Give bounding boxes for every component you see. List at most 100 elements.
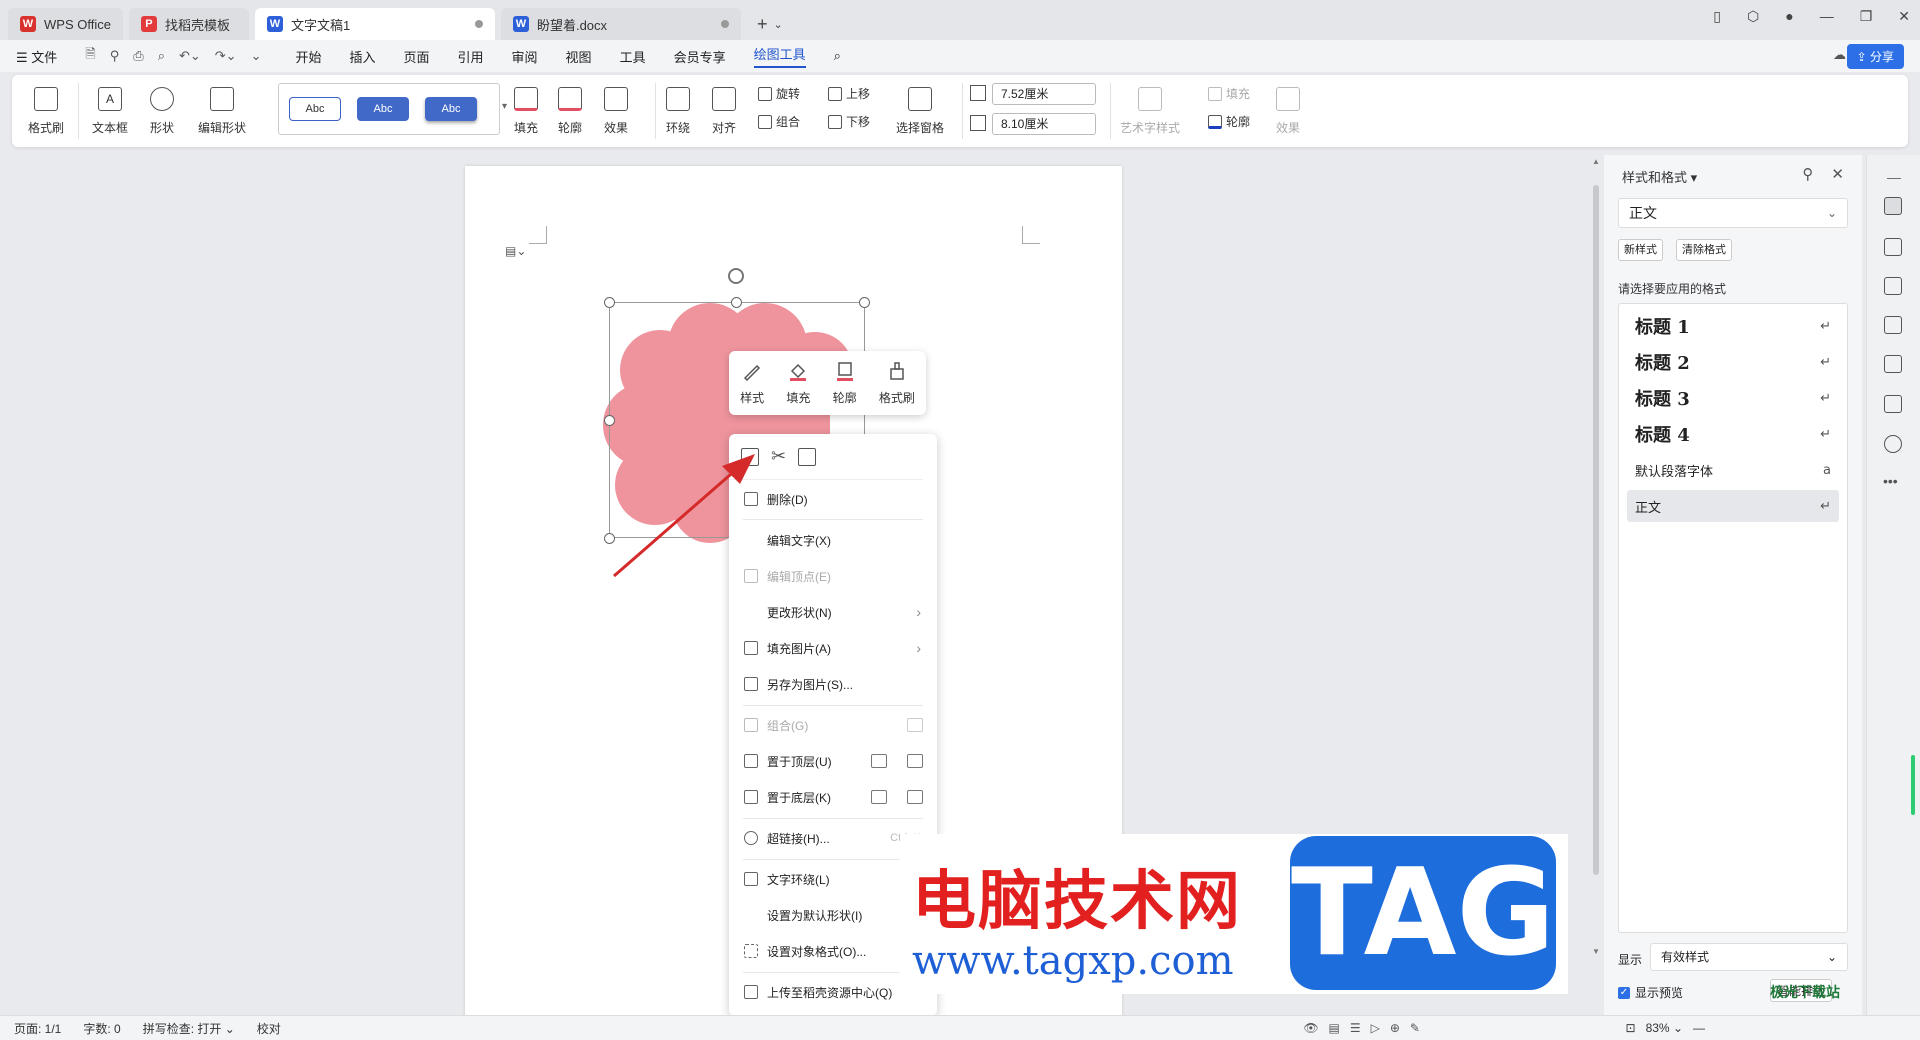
menu-group[interactable]: 组合(G) (729, 709, 937, 741)
minimize-icon[interactable]: — (1820, 8, 1834, 25)
scroll-up-icon[interactable]: ▲ (1592, 157, 1600, 166)
selection-pane-button[interactable]: 选择窗格 (896, 87, 944, 136)
tab-template[interactable]: P 找稻壳模板 (128, 8, 249, 40)
close-icon[interactable]: ✕ (1898, 8, 1910, 25)
outline-button[interactable]: 轮廓 (833, 361, 857, 406)
shape-style-2[interactable]: Abc (357, 97, 409, 121)
format-painter-button[interactable]: 格式刷 (879, 361, 915, 406)
menu-view[interactable]: 视图 (566, 47, 592, 66)
tab-document-1[interactable]: W 文字文稿1 (254, 8, 495, 40)
edit-shape-button[interactable]: 编辑形状 (198, 87, 246, 136)
send-backward-icon[interactable] (907, 790, 923, 804)
clear-format-button[interactable]: 清除格式 (1676, 239, 1732, 261)
style-body[interactable]: 正文 ↵ (1627, 490, 1839, 522)
more-icon[interactable]: ••• (1883, 473, 1898, 489)
resize-handle[interactable] (604, 297, 615, 308)
select-cursor-icon[interactable] (1884, 238, 1902, 256)
proofread[interactable]: 校对 (257, 1020, 281, 1037)
link-icon[interactable]: ⚲ (110, 48, 120, 64)
zoom-level[interactable]: ⊡ 83% ⌄ — (1626, 1021, 1705, 1035)
shape-height-input[interactable]: 8.10厘米 (992, 113, 1096, 135)
print-preview-icon[interactable]: ⌕ (158, 48, 165, 64)
more-chevron-icon[interactable]: ⌄ (251, 48, 262, 64)
tools-icon[interactable] (1884, 355, 1902, 373)
menu-fill-picture[interactable]: 填充图片(A) › (729, 632, 937, 664)
vertical-scrollbar[interactable]: ▲ ▼ (1590, 155, 1602, 1015)
menu-insert[interactable]: 插入 (349, 47, 375, 66)
redo-icon[interactable]: ↷⌄ (215, 48, 237, 64)
menu-home[interactable]: 开始 (295, 47, 321, 66)
menu-page[interactable]: 页面 (404, 47, 430, 66)
resize-handle[interactable] (859, 297, 870, 308)
undo-icon[interactable]: ↶⌄ (179, 48, 201, 64)
shape-button[interactable]: 形状 (150, 87, 174, 136)
style-heading-4[interactable]: 标题 4 ↵ (1627, 418, 1839, 450)
send-below-text-icon[interactable] (871, 790, 887, 804)
scroll-thumb[interactable] (1593, 185, 1599, 875)
menu-change-shape[interactable]: 更改形状(N) › (729, 596, 937, 628)
cloud-icon[interactable]: ☁ (1833, 47, 1846, 63)
print-icon[interactable]: ⎙ (133, 48, 143, 64)
new-tab-button[interactable]: + ⌄ (747, 8, 793, 40)
resize-handle[interactable] (731, 297, 742, 308)
outline-button[interactable]: 轮廓 (558, 87, 582, 136)
adjust-icon[interactable] (1884, 277, 1902, 295)
shape-style-3[interactable]: Abc (425, 97, 477, 121)
share-button[interactable]: ⇪ 分享 (1846, 44, 1904, 69)
style-heading-1[interactable]: 标题 1 ↵ (1627, 310, 1839, 342)
menu-bring-to-front[interactable]: 置于顶层(U) (729, 745, 937, 777)
style-button[interactable]: 样式 (740, 361, 764, 406)
gallery-more-icon[interactable]: ▾ (502, 101, 507, 112)
art-outline-button[interactable]: 轮廓 (1208, 113, 1250, 130)
pin-icon[interactable]: ⚲ (1802, 165, 1813, 183)
tab-document-2[interactable]: W 盼望着.docx (500, 8, 741, 40)
paste-icon[interactable] (798, 447, 817, 466)
scroll-down-icon[interactable]: ▼ (1592, 947, 1600, 956)
help-icon[interactable] (1884, 435, 1902, 453)
menu-drawing-tools[interactable]: 绘图工具 (753, 44, 806, 68)
restore-icon[interactable]: ❐ (1860, 8, 1873, 25)
save-icon[interactable]: 🗎 (85, 45, 95, 67)
book-icon[interactable] (1884, 395, 1902, 413)
avatar[interactable]: ● (1785, 8, 1793, 25)
menu-member[interactable]: 会员专享 (674, 47, 726, 66)
send-backward-button[interactable]: 下移 (828, 113, 870, 130)
art-style-button[interactable]: 艺术字样式 (1120, 87, 1180, 136)
panel-title[interactable]: 样式和格式 ▾ (1622, 167, 1697, 186)
file-menu[interactable]: ☰ 文件 (16, 47, 57, 66)
menu-tools[interactable]: 工具 (620, 47, 646, 66)
layout-icon[interactable]: ▯ (1713, 8, 1721, 25)
group-button[interactable]: 组合 (758, 113, 800, 130)
align-button[interactable]: 对齐 (712, 87, 736, 136)
show-filter-select[interactable]: 有效样式 ⌄ (1650, 943, 1848, 971)
current-style-select[interactable]: 正文 ⌄ (1618, 198, 1848, 228)
fill-button[interactable]: 填充 (786, 361, 810, 406)
fill-button[interactable]: 填充 (514, 87, 538, 136)
show-preview-checkbox[interactable]: ✓ 显示预览 (1618, 984, 1683, 1001)
bring-above-text-icon[interactable] (871, 754, 887, 768)
edit-icon[interactable] (1884, 316, 1902, 334)
close-icon[interactable]: ✕ (1831, 165, 1844, 183)
page-count[interactable]: 页面: 1/1 (14, 1020, 61, 1037)
spell-check[interactable]: 拼写检查: 打开 ⌄ (143, 1020, 235, 1037)
wrap-button[interactable]: 环绕 (666, 87, 690, 136)
rotate-handle-icon[interactable] (728, 268, 744, 284)
effect-button[interactable]: 效果 (604, 87, 628, 136)
shape-width-input[interactable]: 7.52厘米 (992, 83, 1096, 105)
bring-forward-icon[interactable] (907, 754, 923, 768)
format-painter-button[interactable]: 格式刷 (28, 87, 64, 136)
new-style-button[interactable]: 新样式 (1618, 239, 1663, 261)
cube-icon[interactable]: ⬡ (1747, 8, 1759, 25)
menu-save-as-picture[interactable]: 另存为图片(S)... (729, 668, 937, 700)
menu-reference[interactable]: 引用 (458, 47, 484, 66)
textbox-button[interactable]: A 文本框 (92, 87, 128, 136)
search-icon[interactable]: ⌕ (834, 48, 841, 64)
shape-style-1[interactable]: Abc (289, 97, 341, 121)
bring-forward-button[interactable]: 上移 (828, 85, 870, 102)
view-mode-icons[interactable]: 👁 ▤ ☰ ▷ ⊕ ✎ (1303, 1021, 1420, 1035)
style-default-font[interactable]: 默认段落字体 a (1627, 454, 1839, 486)
style-heading-2[interactable]: 标题 2 ↵ (1627, 346, 1839, 378)
menu-send-to-back[interactable]: 置于底层(K) (729, 781, 937, 813)
tab-wps-office[interactable]: W WPS Office (8, 8, 123, 40)
menu-review[interactable]: 审阅 (512, 47, 538, 66)
